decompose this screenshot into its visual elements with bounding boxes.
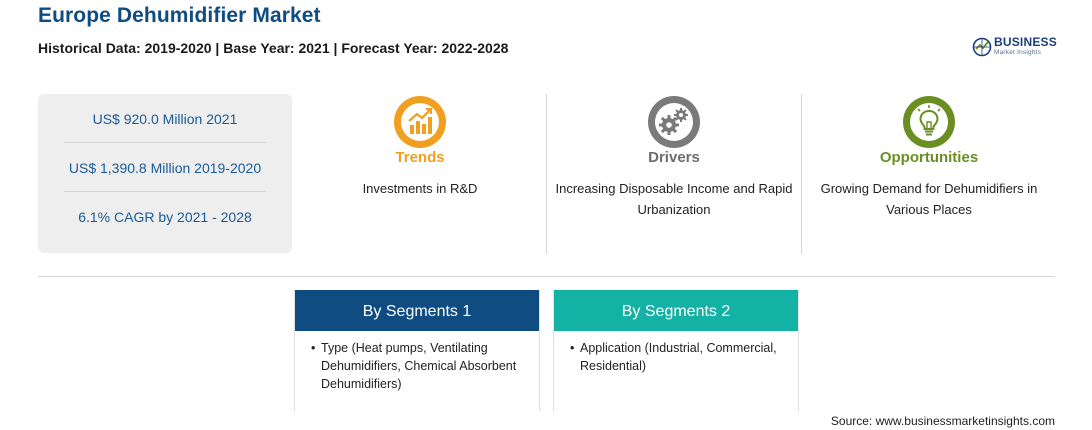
bullet: •: [570, 341, 575, 355]
logo-tagline: Market Insights: [994, 49, 1042, 56]
segment-card-1: By Segments 1 • Type (Heat pumps, Ventil…: [294, 290, 540, 411]
column-divider: [801, 94, 802, 254]
segment-1-text: Type (Heat pumps, Ventilating Dehumidifi…: [321, 341, 517, 391]
segment-1-title: By Segments 1: [295, 290, 539, 331]
opportunities-title: Opportunities: [879, 149, 979, 166]
bullet: •: [311, 341, 316, 355]
logo-name: BUSINESS: [994, 35, 1057, 49]
lightbulb-icon: [901, 94, 957, 150]
page-subtitle: Historical Data: 2019-2020 | Base Year: …: [38, 40, 509, 56]
trend-chart-icon: [392, 94, 448, 150]
segment-2-text: Application (Industrial, Commercial, Res…: [580, 341, 777, 373]
stat-cagr: 6.1% CAGR by 2021 - 2028: [78, 209, 252, 225]
source-text: Source: www.businessmarketinsights.com: [830, 414, 1055, 428]
globe-logo-icon: [972, 37, 992, 57]
segment-2-body: • Application (Industrial, Commercial, R…: [554, 331, 798, 375]
stat-divider: [64, 191, 266, 192]
trends-text: Investments in R&D: [362, 181, 478, 196]
trends-title: Trends: [395, 149, 445, 166]
section-divider: [38, 276, 1055, 277]
page-title: Europe Dehumidifier Market: [38, 4, 321, 27]
segment-card-2: By Segments 2 • Application (Industrial,…: [553, 290, 799, 411]
stat-historical-size: US$ 1,390.8 Million 2019-2020: [68, 160, 262, 176]
stat-market-size: US$ 920.0 Million 2021: [92, 111, 238, 127]
brand-logo[interactable]: BUSINESS Market Insights: [972, 35, 1062, 61]
gears-icon: [646, 94, 702, 150]
opportunities-text: Growing Demand for Dehumidifiers in Vari…: [820, 181, 1038, 217]
column-divider: [546, 94, 547, 254]
segment-2-title: By Segments 2: [554, 290, 798, 331]
stat-divider: [64, 142, 266, 143]
drivers-title: Drivers: [648, 149, 700, 166]
segment-1-body: • Type (Heat pumps, Ventilating Dehumidi…: [295, 331, 539, 393]
drivers-text: Increasing Disposable Income and Rapid U…: [555, 181, 793, 217]
key-stats-panel: US$ 920.0 Million 2021 US$ 1,390.8 Milli…: [38, 94, 292, 253]
